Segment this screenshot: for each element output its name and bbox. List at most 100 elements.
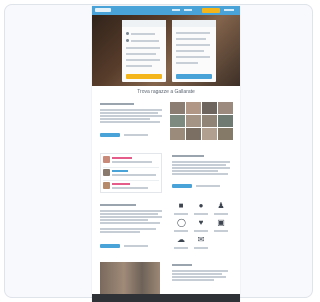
profile-photo[interactable] (202, 128, 217, 140)
feature-item: ◯ (172, 219, 190, 235)
profile-photo[interactable] (170, 115, 185, 127)
text-line (100, 222, 160, 224)
form-field[interactable] (176, 56, 210, 58)
profile-photo[interactable] (186, 115, 201, 127)
list-item[interactable] (103, 181, 159, 192)
gender-icon (126, 32, 129, 35)
footer-bar (92, 294, 240, 302)
list-item[interactable] (103, 155, 159, 166)
text-line (172, 161, 230, 163)
profile-photo[interactable] (170, 128, 185, 140)
text-line (100, 216, 162, 218)
avatar (103, 156, 110, 163)
text-line (100, 118, 150, 120)
heart-icon: ♥ (198, 218, 204, 227)
feature-label (214, 213, 228, 215)
profile-photo[interactable] (186, 102, 201, 114)
text-line (100, 213, 158, 215)
gallery-section-title: Trova ragazze a Gallarate (137, 89, 195, 95)
form-header (172, 20, 216, 27)
profile-photo[interactable] (218, 102, 233, 114)
people-icon: ♟ (217, 201, 225, 210)
chat-icon: ● (198, 201, 204, 210)
text-line (100, 109, 162, 111)
form-submit-button[interactable] (126, 74, 162, 79)
profile-photo[interactable] (202, 115, 217, 127)
form-field[interactable] (126, 65, 152, 67)
nav-link[interactable] (172, 9, 180, 11)
feature-item: ♟ (212, 202, 230, 218)
avatar (103, 182, 110, 189)
profile-photo[interactable] (186, 128, 201, 140)
nav-link[interactable] (184, 9, 192, 11)
list-item[interactable] (103, 168, 159, 179)
photo-collage[interactable] (100, 262, 160, 294)
feature-item: ✉ (192, 236, 210, 252)
avatar (103, 169, 110, 176)
feature-item: ■ (172, 202, 190, 218)
form-field[interactable] (126, 47, 160, 49)
form-field[interactable] (126, 53, 156, 55)
profile-photo[interactable] (202, 102, 217, 114)
feature-item: ▣ (212, 219, 230, 235)
profile-photo[interactable] (170, 102, 185, 114)
text-line (172, 173, 228, 175)
text-link[interactable] (124, 134, 148, 136)
signup-form-right (172, 20, 216, 82)
form-field[interactable] (176, 50, 204, 52)
user-icon: ◯ (177, 218, 186, 227)
profile-photo[interactable] (218, 128, 233, 140)
text-line (172, 167, 230, 169)
text-line (100, 219, 148, 221)
cta-button[interactable] (100, 244, 120, 248)
profile-text (112, 187, 148, 189)
text-line (100, 228, 156, 230)
cloud-icon: ☁ (177, 235, 185, 244)
text-link[interactable] (124, 245, 148, 247)
form-field[interactable] (126, 59, 160, 61)
profile-name (112, 183, 130, 185)
feature-item: ☁ (172, 236, 190, 252)
form-submit-button[interactable] (176, 74, 212, 79)
block-heading (172, 155, 204, 157)
profile-text (112, 174, 156, 176)
text-line (172, 273, 222, 275)
feature-label (194, 213, 208, 215)
feature-label (174, 230, 188, 232)
form-field[interactable] (131, 33, 155, 35)
profile-name (112, 157, 132, 159)
camera-icon: ▣ (217, 218, 225, 227)
login-link[interactable] (224, 9, 234, 11)
text-line (100, 121, 160, 123)
text-line (100, 231, 140, 233)
text-link[interactable] (196, 185, 220, 187)
form-field[interactable] (176, 62, 198, 64)
profile-photo[interactable] (218, 115, 233, 127)
feature-label (194, 247, 208, 249)
cta-button[interactable] (172, 184, 192, 188)
cta-button[interactable] (100, 133, 120, 137)
hero-overlay (92, 15, 240, 86)
feature-item: ● (192, 202, 210, 218)
profile-name (112, 170, 128, 172)
form-header (122, 20, 166, 27)
text-line (172, 164, 226, 166)
feature-label (194, 230, 208, 232)
form-field[interactable] (176, 38, 206, 40)
site-logo[interactable] (95, 8, 111, 12)
signup-form-left (122, 20, 166, 82)
text-line (172, 276, 226, 278)
profile-list (100, 153, 162, 193)
form-field[interactable] (176, 32, 210, 34)
signup-button[interactable] (202, 8, 220, 13)
feature-item: ♥ (192, 219, 210, 235)
text-line (172, 270, 228, 272)
gender-icon (126, 39, 129, 42)
form-field[interactable] (131, 40, 159, 42)
text-line (100, 210, 162, 212)
lock-icon: ■ (178, 201, 184, 210)
block-heading (100, 103, 134, 105)
text-line (100, 112, 158, 114)
feature-label (174, 247, 188, 249)
form-field[interactable] (176, 44, 210, 46)
